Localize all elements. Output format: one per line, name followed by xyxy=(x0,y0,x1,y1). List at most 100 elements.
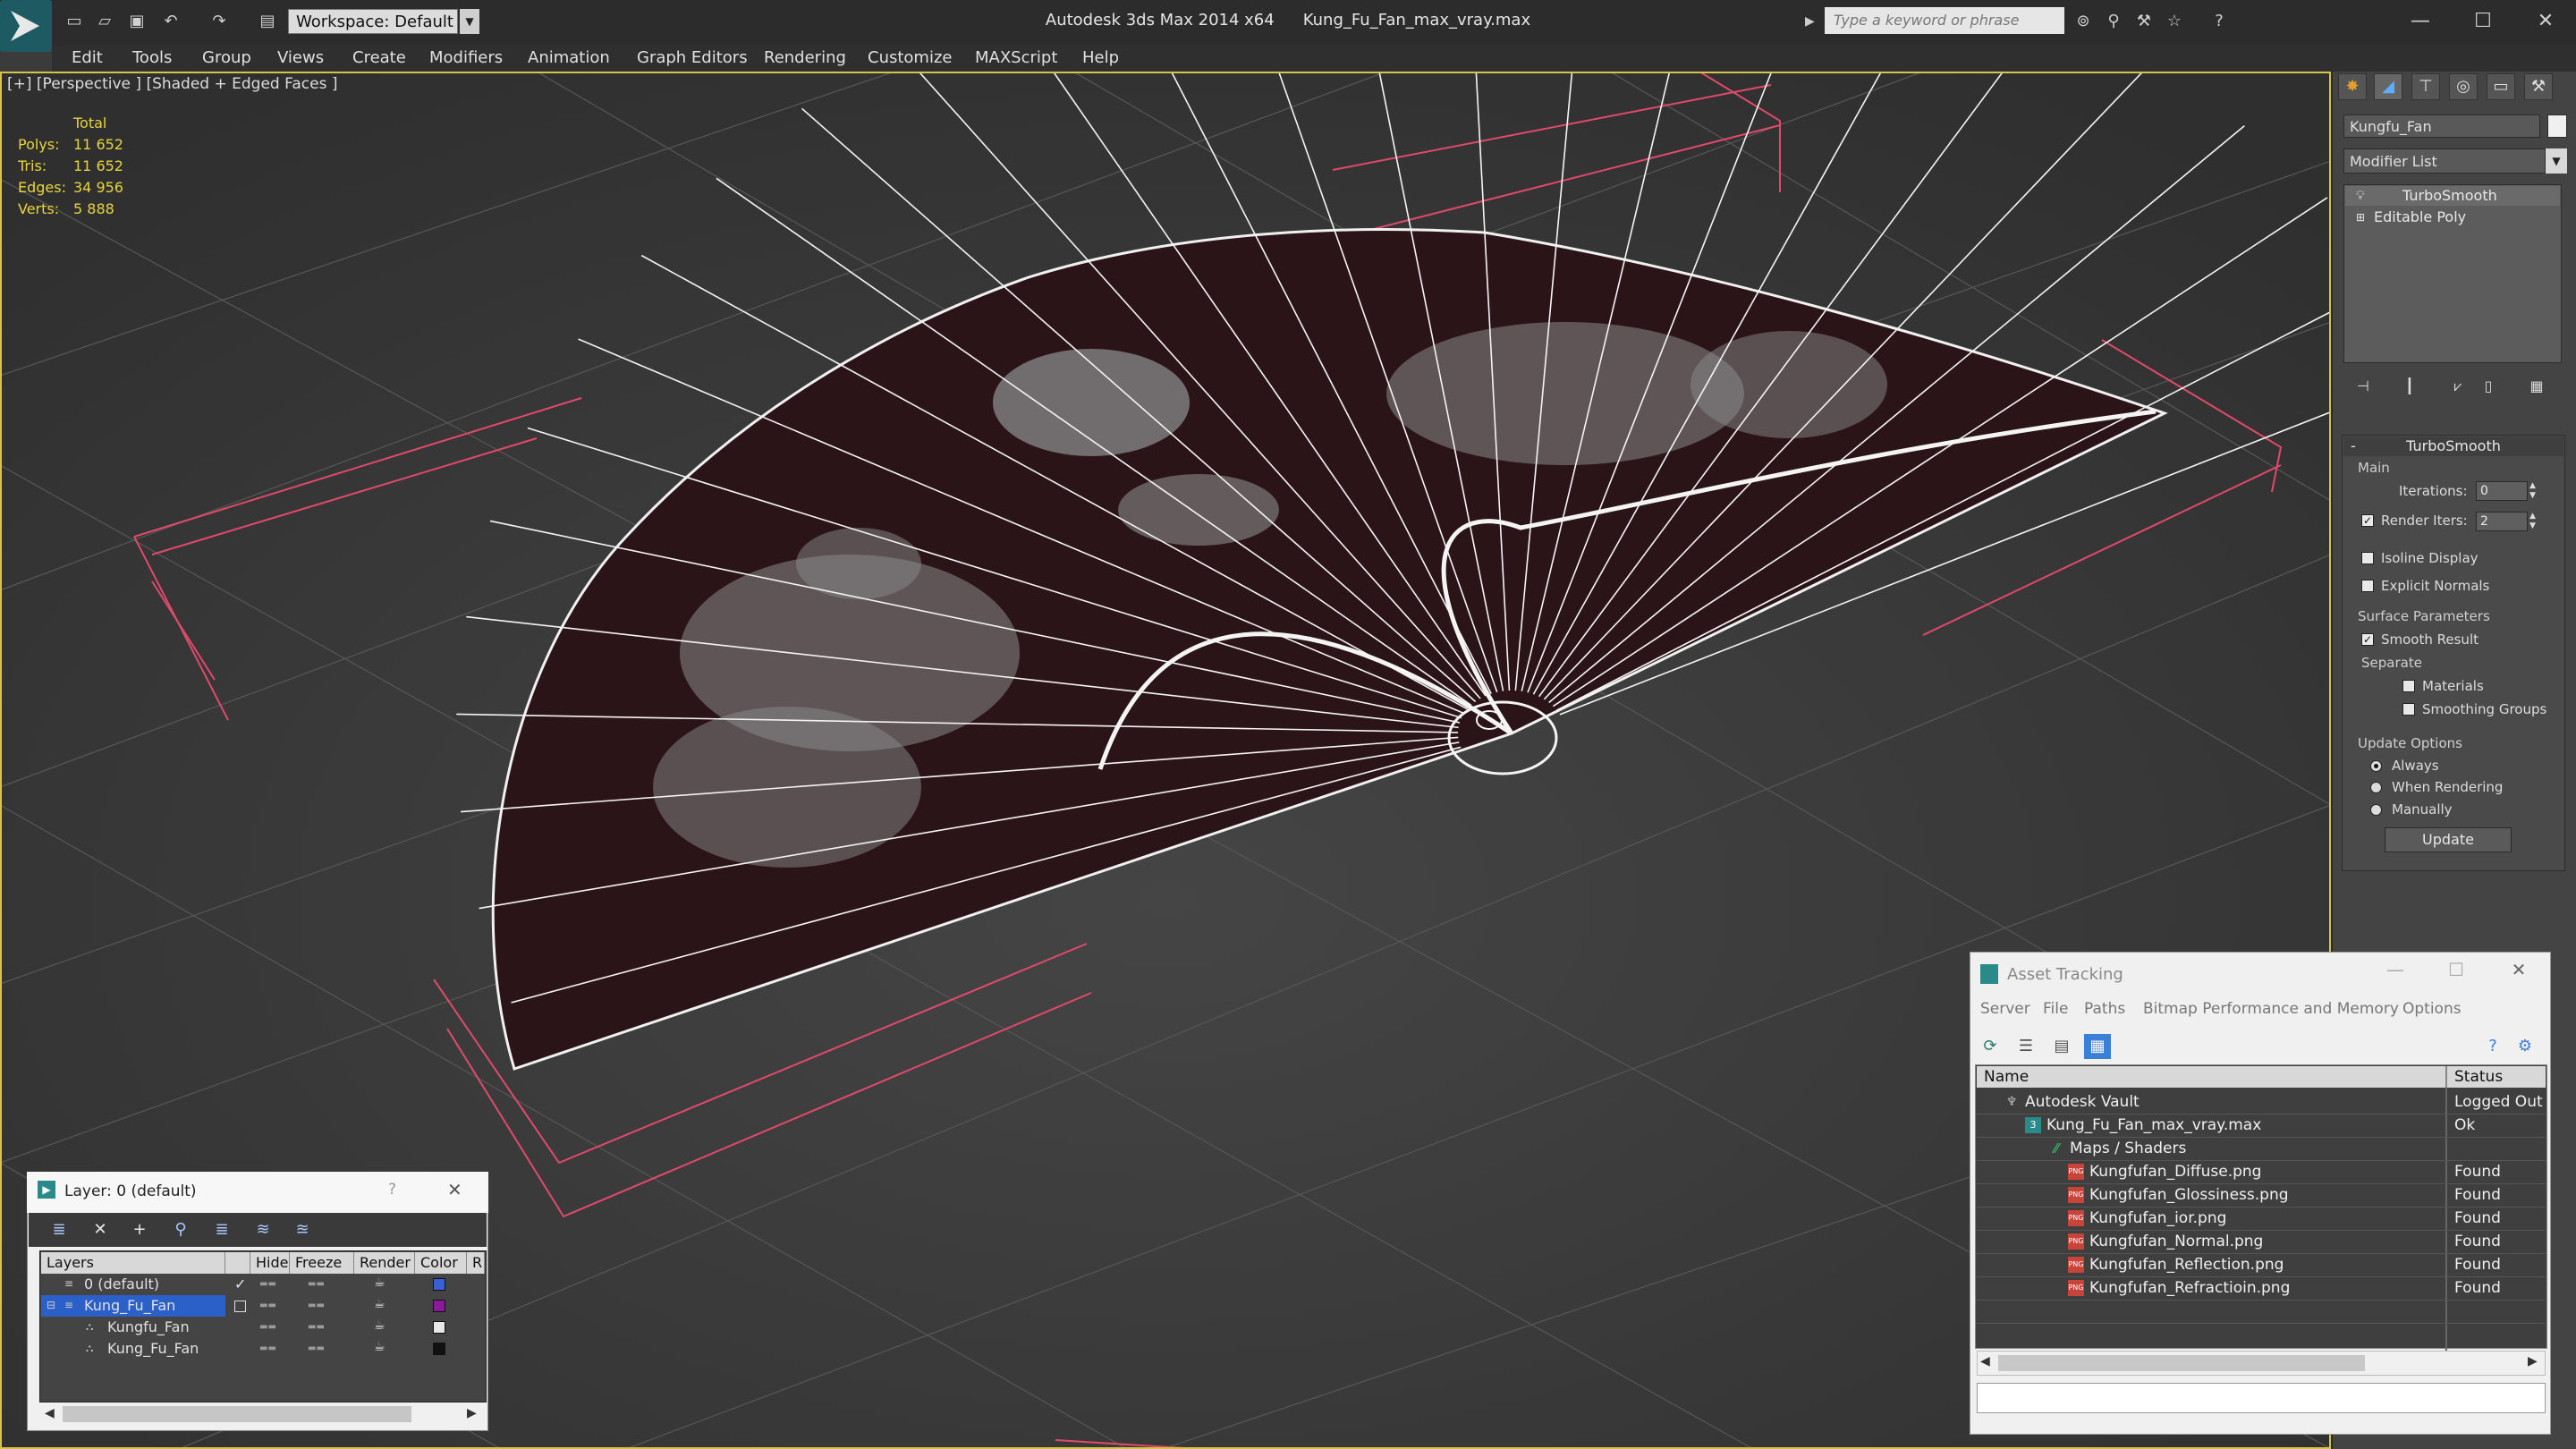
stack-item-turbosmooth[interactable]: 💡︎ TurboSmooth xyxy=(2345,186,2560,206)
asset-menu-options[interactable]: Options xyxy=(2402,1000,2462,1018)
layer-object-row[interactable]: ⛬ Kungfu_Fan ▬▬ ▬▬ ☕︎ xyxy=(41,1317,485,1338)
open-file-icon[interactable]: ▱ xyxy=(93,11,116,32)
object-color-swatch[interactable] xyxy=(2547,114,2567,138)
freeze-toggle[interactable]: ▬▬ xyxy=(308,1274,325,1295)
workspace-dropdown[interactable]: Workspace: Default xyxy=(288,9,458,34)
asset-row-name[interactable]: Kungfufan_ior.png xyxy=(2089,1208,2226,1230)
asset-path-field[interactable] xyxy=(1977,1383,2546,1413)
collapse-minus-icon[interactable]: ⊟ xyxy=(47,1299,55,1311)
lightbulb-icon[interactable]: 💡︎ xyxy=(2356,186,2365,206)
help-icon[interactable]: ? xyxy=(2479,1034,2506,1059)
column-header-layers[interactable]: Layers xyxy=(41,1252,225,1274)
asset-close-button[interactable]: ✕ xyxy=(2492,953,2546,986)
minimize-button[interactable]: — xyxy=(2394,5,2447,38)
column-header-status[interactable]: Status xyxy=(2447,1066,2546,1088)
layer-row[interactable]: ≡ 0 (default) ✓ ▬▬ ▬▬ ☕︎ xyxy=(41,1274,485,1295)
asset-menu-bitmap[interactable]: Bitmap Performance and Memory xyxy=(2143,1000,2399,1018)
pin-stack-icon[interactable]: ⊣ xyxy=(2351,374,2376,399)
spinner-arrows-icon[interactable]: ▲ ▼ xyxy=(2529,481,2536,501)
column-header-color[interactable]: Color xyxy=(415,1252,467,1274)
freeze-toggle[interactable]: ▬▬ xyxy=(308,1317,325,1338)
menu-modifiers[interactable]: Modifiers xyxy=(429,45,503,72)
scroll-left-icon[interactable]: ◀ xyxy=(1980,1354,1990,1368)
layer-color-swatch[interactable] xyxy=(433,1278,445,1291)
settings-icon[interactable]: ⚙ xyxy=(2512,1034,2538,1059)
layer-close-button[interactable]: ✕ xyxy=(447,1179,462,1200)
object-color-swatch[interactable] xyxy=(433,1321,445,1334)
smoothing-groups-checkbox[interactable] xyxy=(2402,703,2415,716)
close-button[interactable]: ✕ xyxy=(2519,5,2572,38)
binoculars-icon[interactable]: ⊚ xyxy=(2072,11,2095,32)
asset-row-name[interactable]: Kungfufan_Glossiness.png xyxy=(2089,1184,2289,1207)
column-header-r[interactable]: R xyxy=(467,1252,485,1274)
update-button[interactable]: Update xyxy=(2385,827,2512,852)
isoline-display-checkbox[interactable] xyxy=(2361,552,2374,564)
render-teapot-icon[interactable]: ☕︎ xyxy=(374,1275,386,1290)
object-name[interactable]: Kung_Fu_Fan xyxy=(107,1338,199,1360)
search-expand-icon[interactable]: ▶ xyxy=(1805,11,1819,32)
object-name[interactable]: Kungfu_Fan xyxy=(107,1317,190,1338)
menu-animation[interactable]: Animation xyxy=(528,45,610,72)
menu-rendering[interactable]: Rendering xyxy=(764,45,846,72)
layer-row-selected[interactable]: ⊟ ≡ Kung_Fu_Fan xyxy=(41,1295,225,1317)
help-icon[interactable]: ? xyxy=(2207,11,2231,32)
viewport-label[interactable]: [+] [Perspective ] [Shaded + Edged Faces… xyxy=(7,75,337,93)
render-teapot-icon[interactable]: ☕︎ xyxy=(374,1340,386,1354)
materials-checkbox[interactable] xyxy=(2402,680,2415,692)
new-file-icon[interactable]: ▭ xyxy=(63,11,86,32)
column-header-hide[interactable]: Hide xyxy=(250,1252,290,1274)
freeze-toggle[interactable]: ▬▬ xyxy=(308,1338,325,1360)
menu-help[interactable]: Help xyxy=(1082,45,1119,72)
menu-edit[interactable]: Edit xyxy=(72,45,103,72)
menu-tools[interactable]: Tools xyxy=(132,45,172,72)
object-color-swatch[interactable] xyxy=(433,1343,445,1355)
object-name-field[interactable]: Kungfu_Fan xyxy=(2343,114,2540,138)
thumbnail-view-icon[interactable]: ▤ xyxy=(2048,1034,2075,1059)
column-header-render[interactable]: Render xyxy=(354,1252,415,1274)
layer-help-button[interactable]: ? xyxy=(388,1181,396,1199)
hide-toggle[interactable]: ▬▬ xyxy=(259,1295,276,1317)
asset-menu-file[interactable]: File xyxy=(2043,1000,2068,1018)
redo-icon[interactable]: ↷ xyxy=(208,11,231,32)
active-layer-check-icon[interactable]: ✓ xyxy=(234,1275,246,1292)
table-view-icon[interactable]: ▦ xyxy=(2084,1034,2111,1059)
asset-row-name[interactable]: Kungfufan_Diffuse.png xyxy=(2089,1161,2261,1183)
scrollbar-thumb[interactable] xyxy=(1998,1355,2365,1371)
app-logo-icon[interactable] xyxy=(0,0,52,52)
communication-center-icon[interactable]: ⚲ xyxy=(2102,11,2125,32)
hierarchy-tab-icon[interactable]: ⊤ xyxy=(2411,73,2440,100)
when-rendering-radio[interactable] xyxy=(2370,782,2382,793)
scroll-left-icon[interactable]: ◀ xyxy=(45,1406,55,1420)
undo-icon[interactable]: ↶ xyxy=(159,11,182,32)
hide-all-icon[interactable]: ≋ xyxy=(250,1218,275,1241)
chevron-down-icon[interactable]: ▼ xyxy=(2546,148,2567,174)
save-file-icon[interactable]: ▣ xyxy=(125,11,148,32)
layer-name[interactable]: Kung_Fu_Fan xyxy=(84,1295,175,1317)
search-input[interactable]: Type a keyword or phrase xyxy=(1825,7,2064,34)
scroll-right-icon[interactable]: ▶ xyxy=(2528,1354,2538,1368)
asset-row-name[interactable]: Kungfufan_Reflection.png xyxy=(2089,1254,2284,1276)
render-iters-checkbox[interactable]: ✓ xyxy=(2361,514,2374,527)
column-header-freeze[interactable]: Freeze xyxy=(290,1252,354,1274)
hide-toggle[interactable]: ▬▬ xyxy=(259,1317,276,1338)
asset-menu-paths[interactable]: Paths xyxy=(2084,1000,2125,1018)
rollout-title[interactable]: - TurboSmooth xyxy=(2343,436,2563,456)
menu-customize[interactable]: Customize xyxy=(868,45,952,72)
layer-color-swatch[interactable] xyxy=(433,1300,445,1312)
list-view-icon[interactable]: ☰ xyxy=(2012,1034,2039,1059)
render-teapot-icon[interactable]: ☕︎ xyxy=(374,1297,386,1311)
always-radio[interactable] xyxy=(2370,760,2382,772)
manually-radio[interactable] xyxy=(2370,804,2382,816)
render-teapot-icon[interactable]: ☕︎ xyxy=(374,1318,386,1333)
asset-row-name[interactable]: Autodesk Vault xyxy=(2025,1091,2140,1114)
asset-row-name[interactable]: Kungfufan_Normal.png xyxy=(2089,1231,2263,1253)
modify-tab-icon[interactable]: ◢ xyxy=(2374,73,2402,100)
subscription-icon[interactable]: ⚒ xyxy=(2132,11,2156,32)
freeze-toggle[interactable]: ▬▬ xyxy=(308,1295,325,1317)
refresh-icon[interactable]: ⟳ xyxy=(1977,1034,2004,1059)
explicit-normals-checkbox[interactable] xyxy=(2361,580,2374,592)
display-tab-icon[interactable]: ▭ xyxy=(2487,73,2515,100)
menu-create[interactable]: Create xyxy=(352,45,406,72)
favorites-star-icon[interactable]: ☆ xyxy=(2163,11,2186,32)
project-folder-icon[interactable]: ▤ xyxy=(256,11,279,32)
